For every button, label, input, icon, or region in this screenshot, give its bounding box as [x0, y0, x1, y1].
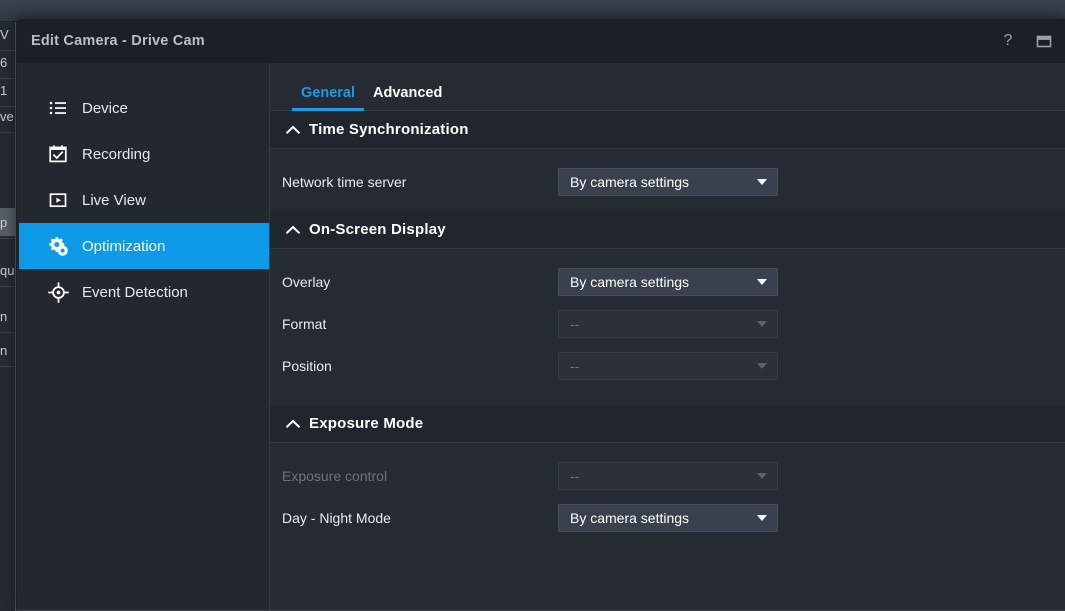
setting-dropdown-overlay[interactable]: By camera settings	[558, 268, 778, 296]
setting-label: Day - Night Mode	[282, 510, 558, 526]
section-header-on-screen-display[interactable]: On-Screen Display	[270, 211, 1065, 249]
titlebar-actions: ?	[993, 19, 1059, 63]
sidebar-item-optimization[interactable]: Optimization	[19, 223, 269, 269]
background-row-divider	[0, 366, 16, 367]
section-title: Exposure Mode	[309, 415, 423, 432]
sidebar-item-live-view[interactable]: Live View	[19, 177, 269, 223]
gears-icon	[47, 235, 69, 257]
sidebar-item-event-detection[interactable]: Event Detection	[19, 269, 269, 315]
setting-row: OverlayBy camera settings	[270, 261, 1065, 303]
sidebar-item-recording[interactable]: Recording	[19, 131, 269, 177]
setting-dropdown-format: --	[558, 310, 778, 338]
section-title: Time Synchronization	[309, 121, 469, 138]
background-row-divider	[0, 132, 16, 133]
background-row-divider	[0, 106, 16, 107]
section-header-time-synchronization[interactable]: Time Synchronization	[270, 111, 1065, 149]
section-spacer	[270, 203, 1065, 211]
dropdown-value: By camera settings	[559, 274, 689, 290]
setting-dropdown-day-night-mode[interactable]: By camera settings	[558, 504, 778, 532]
tab-advanced[interactable]: Advanced	[364, 85, 451, 110]
setting-label: Position	[282, 358, 558, 374]
dropdown-value: --	[559, 358, 579, 374]
chevron-down-icon	[757, 363, 767, 369]
section-top-padding	[270, 249, 1065, 261]
section-top-padding	[270, 149, 1065, 161]
setting-label: Overlay	[282, 274, 558, 290]
section-body: Exposure control--Day - Night ModeBy cam…	[270, 443, 1065, 539]
background-row-divider	[0, 238, 16, 239]
background-row-divider	[0, 332, 16, 333]
dropdown-value: --	[559, 468, 579, 484]
sidebar-item-label: Recording	[82, 146, 150, 163]
background-row-divider	[0, 78, 16, 79]
background-row-divider	[0, 286, 16, 287]
dropdown-value: By camera settings	[559, 510, 689, 526]
crosshair-icon	[47, 281, 69, 303]
sidebar-item-label: Optimization	[82, 238, 165, 255]
background-text-fragment: ve	[0, 110, 16, 124]
help-icon-glyph: ?	[1004, 32, 1013, 50]
help-icon[interactable]: ?	[993, 26, 1023, 56]
section-spacer	[270, 387, 1065, 405]
sidebar-item-device[interactable]: Device	[19, 85, 269, 131]
setting-dropdown-position: --	[558, 352, 778, 380]
sidebar-item-label: Live View	[82, 192, 146, 209]
section-top-padding	[270, 443, 1065, 455]
setting-row: Position--	[270, 345, 1065, 387]
tab-bar: GeneralAdvanced	[270, 63, 1065, 111]
background-list-column: V 6 1 ve p qu n n	[0, 22, 16, 611]
chevron-up-icon	[283, 414, 303, 434]
section-body: Network time serverBy camera settings	[270, 149, 1065, 203]
setting-label: Format	[282, 316, 558, 332]
section-header-exposure-mode[interactable]: Exposure Mode	[270, 405, 1065, 443]
chevron-down-icon	[757, 515, 767, 521]
settings-sections: Time SynchronizationNetwork time serverB…	[270, 111, 1065, 539]
chevron-down-icon	[757, 321, 767, 327]
edit-camera-dialog: Edit Camera - Drive Cam ? Device Recordin…	[17, 19, 1065, 611]
dropdown-value: By camera settings	[559, 174, 689, 190]
background-row-divider	[0, 50, 16, 51]
tab-general[interactable]: General	[292, 85, 364, 110]
dropdown-value: --	[559, 316, 579, 332]
sidebar-item-label: Event Detection	[82, 284, 188, 301]
setting-row: Day - Night ModeBy camera settings	[270, 497, 1065, 539]
chevron-down-icon	[757, 279, 767, 285]
dialog-titlebar: Edit Camera - Drive Cam ?	[17, 19, 1065, 63]
setting-dropdown-exposure-control: --	[558, 462, 778, 490]
dialog-sidebar: Device Recording Live View Optimization Even…	[17, 63, 270, 611]
background-text-fragment: p	[0, 216, 16, 230]
chevron-up-icon	[283, 120, 303, 140]
background-text-fragment: V	[0, 28, 16, 42]
chevron-down-icon	[757, 179, 767, 185]
dialog-body: Device Recording Live View Optimization Even…	[17, 63, 1065, 611]
calendar-check-icon	[47, 143, 69, 165]
setting-row: Network time serverBy camera settings	[270, 161, 1065, 203]
section-body: OverlayBy camera settingsFormat--Positio…	[270, 249, 1065, 387]
background-text-fragment: n	[0, 344, 16, 358]
background-text-fragment: qu	[0, 264, 16, 278]
background-text-fragment: 1	[0, 84, 16, 98]
restore-window-icon[interactable]	[1029, 26, 1059, 56]
chevron-up-icon	[283, 220, 303, 240]
setting-row: Format--	[270, 303, 1065, 345]
setting-label: Exposure control	[282, 468, 558, 484]
dialog-content: GeneralAdvanced Time Synchronization Netw…	[270, 63, 1065, 611]
setting-label: Network time server	[282, 174, 558, 190]
list-icon	[47, 97, 69, 119]
dialog-title: Edit Camera - Drive Cam	[31, 33, 205, 49]
setting-dropdown-network-time-server[interactable]: By camera settings	[558, 168, 778, 196]
setting-row: Exposure control--	[270, 455, 1065, 497]
sidebar-item-label: Device	[82, 100, 128, 117]
chevron-down-icon	[757, 473, 767, 479]
section-title: On-Screen Display	[309, 221, 446, 238]
background-text-fragment: n	[0, 310, 16, 324]
background-text-fragment: 6	[0, 56, 16, 70]
play-box-icon	[47, 189, 69, 211]
